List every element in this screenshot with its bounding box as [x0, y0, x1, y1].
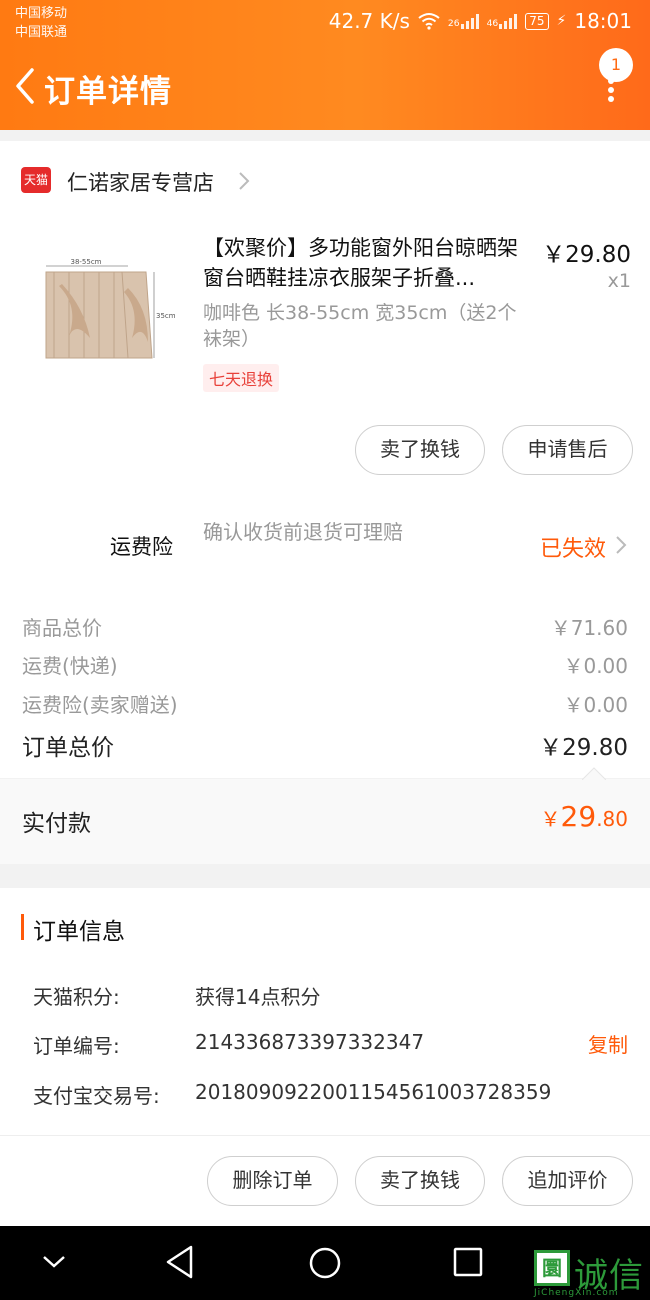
add-review-button[interactable]: 追加评价	[502, 1156, 633, 1206]
order-total-value: ￥29.80	[539, 735, 628, 761]
product-sku: 咖啡色 长38-55cm 宽35cm（送2个袜架）	[203, 302, 517, 350]
product-title[interactable]: 【欢聚价】多功能窗外阳台晾晒架窗台晒鞋挂凉衣服架子折叠...	[203, 233, 533, 293]
home-circle-icon[interactable]	[307, 1245, 343, 1281]
return-policy-badge: 七天退换	[203, 364, 280, 392]
watermark-logo: 圜	[534, 1250, 570, 1286]
watermark: 圜 诚信 JiChengXin.com	[532, 1246, 650, 1300]
net-speed: 42.7 K/s	[328, 9, 410, 33]
product-price: ￥29.80	[542, 242, 631, 268]
insurance-fee-row: 运费险(卖家赠送) ￥0.00	[22, 689, 628, 719]
battery-icon: 75	[525, 12, 549, 30]
insurance-label: 运费险	[110, 535, 173, 559]
order-number-label: 订单编号:	[33, 1034, 120, 1058]
paid-value: ￥29.80	[541, 800, 628, 833]
product-image[interactable]: 38-55cm 35cm	[24, 226, 179, 381]
hide-keyboard-icon[interactable]	[40, 1252, 68, 1272]
insurance-fee-label: 运费险(卖家赠送)	[22, 693, 178, 717]
copy-order-number-button[interactable]: 复制	[588, 1029, 628, 1058]
goods-total-row: 商品总价 ￥71.60	[22, 612, 628, 642]
alipay-label: 支付宝交易号:	[33, 1084, 160, 1108]
shipping-value: ￥0.00	[563, 654, 628, 678]
carrier-2: 中国联通	[15, 25, 68, 40]
signal-2-label: 46	[486, 18, 499, 29]
order-total-label: 订单总价	[22, 735, 114, 761]
divider	[0, 1135, 650, 1136]
shipping-row: 运费(快递) ￥0.00	[22, 650, 628, 680]
goods-total-label: 商品总价	[22, 616, 102, 640]
product-quantity: x1	[607, 270, 631, 292]
shop-name[interactable]: 仁诺家居专营店	[67, 167, 214, 197]
sell-exchange-button[interactable]: 卖了换钱	[355, 425, 485, 475]
message-badge[interactable]: 1	[599, 48, 633, 82]
more-menu-icon[interactable]	[606, 78, 616, 104]
paid-label: 实付款	[22, 811, 91, 837]
app-header: 中国移动 中国联通 42.7 K/s 26 46 75 ⚡ 18:01 订单详情…	[0, 0, 650, 130]
order-number-value: 214336873397332347	[195, 1030, 425, 1054]
clock: 18:01	[574, 9, 632, 33]
order-info-title: 订单信息	[33, 919, 125, 945]
signal-1-label: 26	[447, 18, 460, 29]
shipping-label: 运费(快递)	[22, 654, 118, 678]
dimension-label-depth: 35cm	[156, 312, 176, 320]
back-arrow-icon[interactable]	[12, 66, 42, 106]
carrier-info: 中国移动 中国联通	[15, 4, 67, 42]
watermark-url: JiChengXin.com	[534, 1288, 619, 1298]
charging-icon: ⚡	[556, 13, 567, 29]
insurance-description: 确认收货前退货可理赔	[203, 520, 403, 544]
after-sale-button[interactable]: 申请售后	[502, 425, 633, 475]
order-total-row: 订单总价 ￥29.80	[22, 728, 628, 762]
paid-decimal: .80	[596, 807, 628, 831]
signal-1-icon: 26	[448, 13, 479, 29]
section-accent-bar	[21, 914, 24, 940]
page-title: 订单详情	[44, 74, 172, 110]
battery-level: 75	[529, 13, 545, 28]
status-bar-right: 42.7 K/s 26 46 75 ⚡ 18:01	[329, 9, 632, 33]
points-label: 天猫积分:	[33, 985, 120, 1009]
dimension-label-width: 38-55cm	[70, 258, 101, 266]
alipay-value: 2018090922001154561003728359	[195, 1080, 552, 1104]
signal-2-icon: 46	[487, 13, 518, 29]
points-value: 获得14点积分	[195, 985, 321, 1009]
wifi-icon	[418, 13, 440, 30]
caret-up-icon	[582, 767, 606, 780]
paid-integer: 29	[560, 800, 597, 833]
paid-currency: ￥	[540, 807, 561, 831]
tmall-logo: 天猫	[21, 167, 51, 193]
insurance-fee-value: ￥0.00	[563, 693, 628, 717]
chevron-right-icon[interactable]	[236, 169, 252, 193]
sell-exchange-button-bottom[interactable]: 卖了换钱	[355, 1156, 485, 1206]
carrier-1: 中国移动	[15, 6, 68, 21]
recents-square-icon[interactable]	[452, 1246, 484, 1278]
goods-total-value: ￥71.60	[550, 616, 628, 640]
insurance-status[interactable]: 已失效	[540, 531, 606, 563]
chevron-right-icon[interactable]	[614, 534, 628, 556]
back-triangle-icon[interactable]	[164, 1244, 196, 1280]
delete-order-button[interactable]: 删除订单	[207, 1156, 338, 1206]
